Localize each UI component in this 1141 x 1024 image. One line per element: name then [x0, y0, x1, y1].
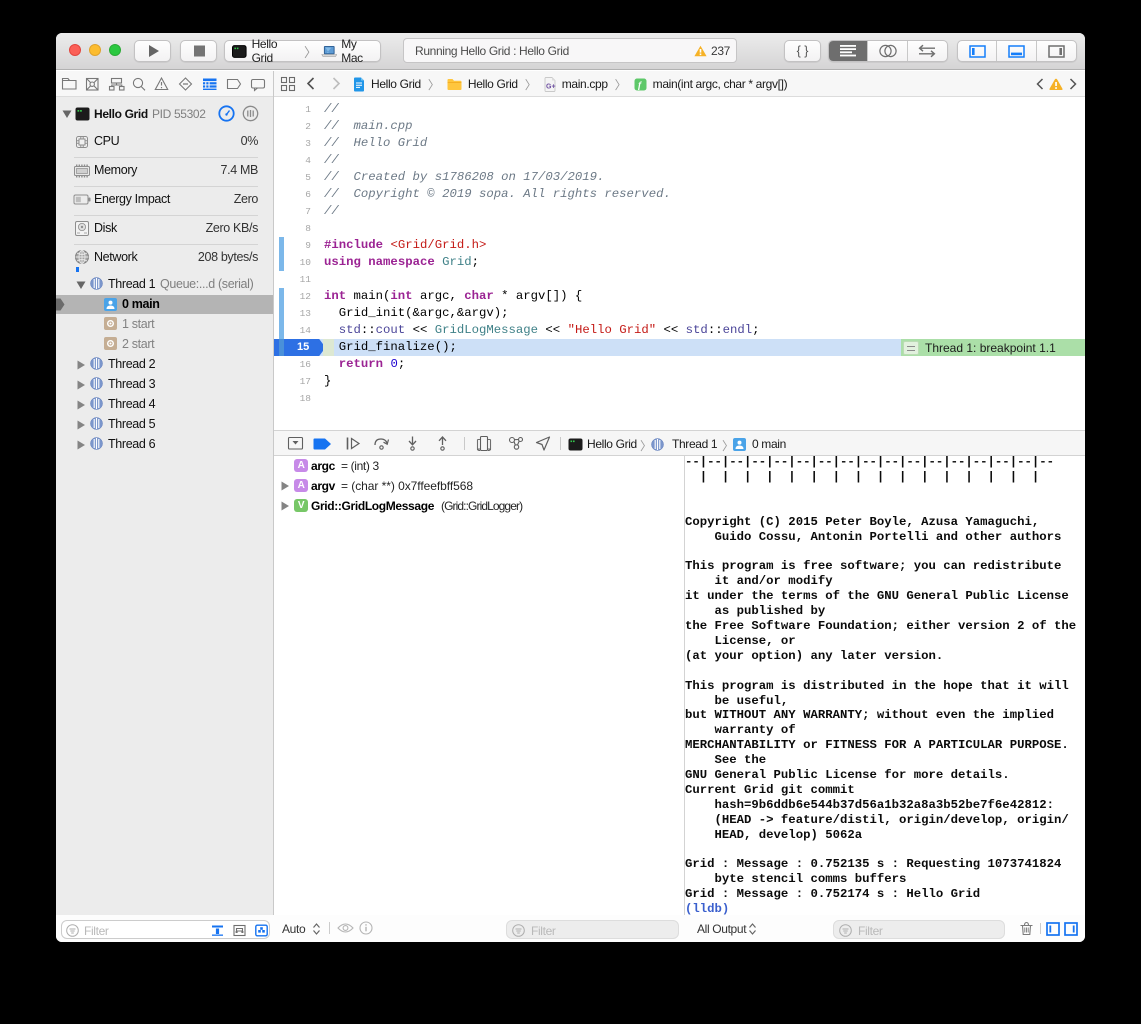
svg-text:G+: G+ [546, 83, 556, 90]
